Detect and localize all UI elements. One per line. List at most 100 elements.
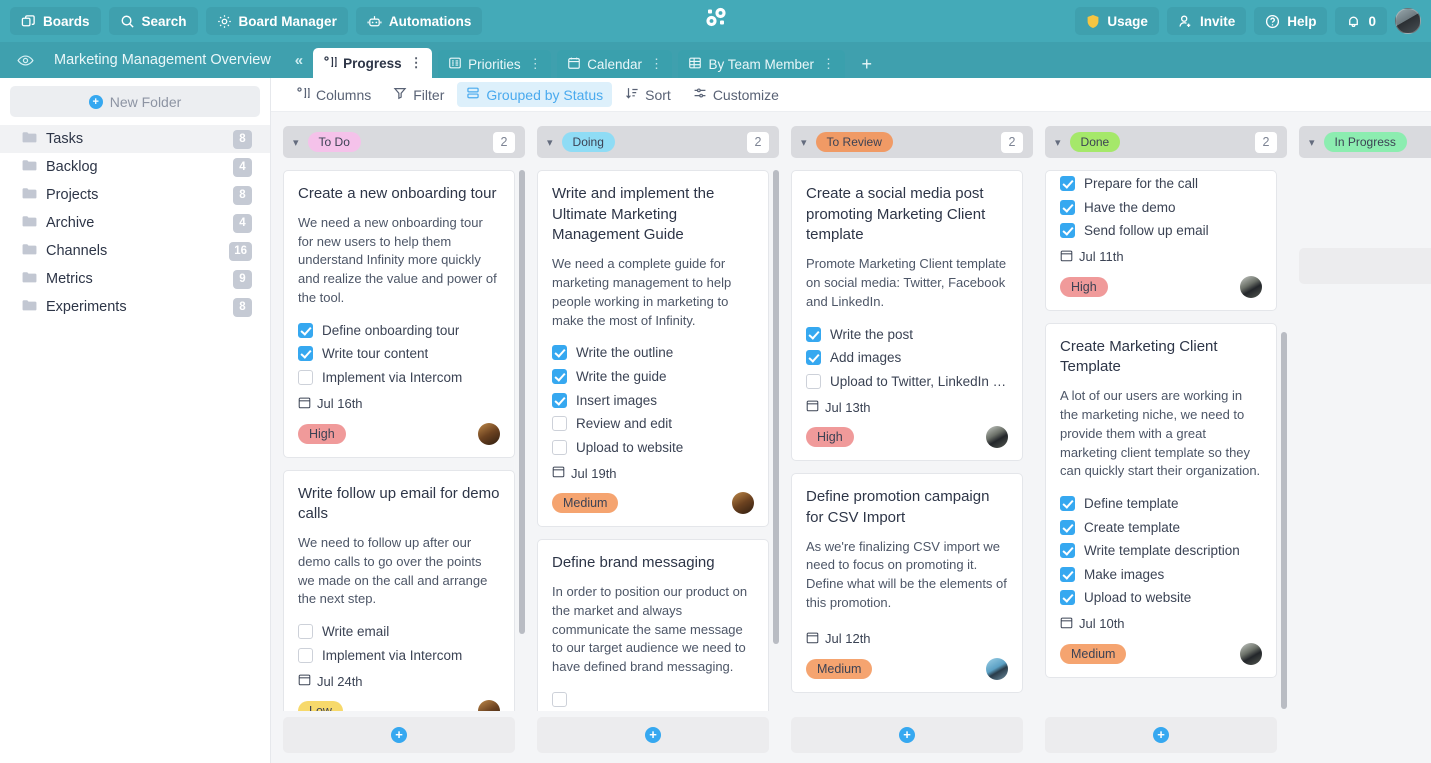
task-card[interactable]: Create a social media post promoting Mar… bbox=[791, 170, 1023, 462]
assignee-avatar[interactable] bbox=[478, 422, 500, 445]
checkbox-unchecked-icon[interactable] bbox=[298, 647, 313, 663]
sort-button[interactable]: Sort bbox=[616, 82, 680, 107]
checkbox-checked-icon[interactable] bbox=[1060, 566, 1075, 582]
checkbox-checked-icon[interactable] bbox=[552, 392, 567, 408]
assignee-avatar[interactable] bbox=[986, 426, 1008, 449]
checkbox-checked-icon[interactable] bbox=[1060, 176, 1075, 191]
tab-calendar-menu-icon[interactable]: ⋮ bbox=[650, 56, 663, 72]
search-button[interactable]: Search bbox=[108, 7, 198, 35]
column-scrollbar[interactable] bbox=[1281, 170, 1287, 709]
column-scrollbar[interactable] bbox=[1027, 170, 1033, 709]
checklist-item[interactable]: Make images bbox=[1060, 566, 1262, 584]
task-card[interactable]: Create a new onboarding tour We need a n… bbox=[283, 170, 515, 458]
checklist-item[interactable]: Upload to Twitter, LinkedIn and ... bbox=[806, 373, 1008, 391]
usage-button[interactable]: Usage bbox=[1075, 7, 1159, 35]
checkbox-unchecked-icon[interactable] bbox=[298, 624, 313, 640]
customize-button[interactable]: Customize bbox=[684, 82, 788, 107]
tab-priorities[interactable]: Priorities ⋮ bbox=[438, 50, 552, 78]
column-header[interactable]: ▾ Done 2 bbox=[1045, 126, 1287, 158]
checkbox-checked-icon[interactable] bbox=[1060, 543, 1075, 559]
chevron-down-icon[interactable]: ▾ bbox=[1055, 136, 1061, 149]
column-scrollbar[interactable] bbox=[519, 170, 525, 709]
checklist-item[interactable]: Write the post bbox=[806, 326, 1008, 344]
infinity-logo[interactable] bbox=[703, 6, 729, 37]
checkbox-checked-icon[interactable] bbox=[298, 346, 313, 362]
checklist-item[interactable]: Define template bbox=[1060, 495, 1262, 513]
checklist-item[interactable] bbox=[552, 691, 754, 708]
checkbox-checked-icon[interactable] bbox=[1060, 519, 1075, 535]
checklist-item[interactable]: Upload to website bbox=[552, 439, 754, 457]
checkbox-checked-icon[interactable] bbox=[552, 345, 567, 361]
task-card[interactable]: Define promotion campaign for CSV Import… bbox=[791, 473, 1023, 693]
checklist-item[interactable]: Write template description bbox=[1060, 542, 1262, 560]
checklist-item[interactable]: Write the outline bbox=[552, 344, 754, 362]
checkbox-unchecked-icon[interactable] bbox=[298, 370, 313, 385]
checkbox-checked-icon[interactable] bbox=[806, 326, 821, 342]
checklist-item[interactable]: Implement via Intercom bbox=[298, 369, 500, 387]
new-folder-button[interactable]: + New Folder bbox=[10, 86, 260, 117]
assignee-avatar[interactable] bbox=[478, 700, 500, 711]
checklist-item[interactable]: Implement via Intercom bbox=[298, 647, 500, 665]
assignee-avatar[interactable] bbox=[1240, 275, 1262, 298]
checkbox-checked-icon[interactable] bbox=[806, 350, 821, 366]
checklist-item[interactable]: Insert images bbox=[552, 392, 754, 410]
notifications-button[interactable]: 0 bbox=[1335, 7, 1387, 35]
tab-priorities-menu-icon[interactable]: ⋮ bbox=[529, 56, 542, 72]
checklist-item[interactable]: Review and edit bbox=[552, 415, 754, 433]
checklist-item[interactable]: Prepare for the call bbox=[1060, 175, 1262, 193]
task-card[interactable]: Write and implement the Ultimate Marketi… bbox=[537, 170, 769, 528]
sidebar-item-experiments[interactable]: Experiments 8 bbox=[0, 293, 270, 321]
sidebar-item-metrics[interactable]: Metrics 9 bbox=[0, 265, 270, 293]
task-card[interactable]: Define brand messaging In order to posit… bbox=[537, 539, 769, 711]
tab-progress[interactable]: Progress ⋮ bbox=[313, 48, 433, 78]
add-tab-button[interactable]: + bbox=[851, 50, 884, 78]
checkbox-unchecked-icon[interactable] bbox=[552, 439, 567, 455]
checklist-item[interactable]: Write tour content bbox=[298, 345, 500, 363]
checkbox-unchecked-icon[interactable] bbox=[552, 416, 567, 432]
checklist-item[interactable]: Upload to website bbox=[1060, 589, 1262, 607]
checklist-item[interactable]: Create template bbox=[1060, 519, 1262, 537]
checkbox-unchecked-icon[interactable] bbox=[552, 692, 567, 708]
help-button[interactable]: Help bbox=[1254, 7, 1328, 35]
task-card[interactable]: Prepare for the call Have the demo Send … bbox=[1045, 170, 1277, 311]
column-header[interactable]: ▾ To Review 2 bbox=[791, 126, 1033, 158]
assignee-avatar[interactable] bbox=[1240, 642, 1262, 665]
add-card-button[interactable]: + bbox=[791, 717, 1023, 753]
sidebar-item-projects[interactable]: Projects 8 bbox=[0, 181, 270, 209]
sidebar-item-tasks[interactable]: Tasks 8 bbox=[0, 125, 270, 153]
task-card[interactable]: Write follow up email for demo calls We … bbox=[283, 469, 515, 711]
collapse-sidebar-button[interactable]: « bbox=[285, 42, 313, 78]
sidebar-item-channels[interactable]: Channels 16 bbox=[0, 237, 270, 265]
sidebar-item-backlog[interactable]: Backlog 4 bbox=[0, 153, 270, 181]
boards-button[interactable]: Boards bbox=[10, 7, 101, 35]
checklist-item[interactable]: Write the guide bbox=[552, 368, 754, 386]
task-card[interactable]: Create Marketing Client Template A lot o… bbox=[1045, 322, 1277, 678]
invite-button[interactable]: Invite bbox=[1166, 7, 1247, 35]
chevron-down-icon[interactable]: ▾ bbox=[293, 136, 299, 149]
tab-by-team-member[interactable]: By Team Member ⋮ bbox=[678, 50, 845, 78]
columns-button[interactable]: Columns bbox=[287, 82, 380, 107]
tab-by-team-member-menu-icon[interactable]: ⋮ bbox=[822, 56, 835, 72]
chevron-down-icon[interactable]: ▾ bbox=[801, 136, 807, 149]
checklist-item[interactable]: Add images bbox=[806, 349, 1008, 367]
checklist-item[interactable]: Write email bbox=[298, 623, 500, 641]
scrollbar-thumb[interactable] bbox=[1281, 331, 1287, 709]
scrollbar-thumb[interactable] bbox=[519, 170, 525, 634]
chevron-down-icon[interactable]: ▾ bbox=[1309, 136, 1315, 149]
filter-button[interactable]: Filter bbox=[384, 82, 453, 107]
board-title[interactable]: Marketing Management Overview bbox=[40, 42, 285, 78]
checkbox-checked-icon[interactable] bbox=[1060, 199, 1075, 215]
checklist-item[interactable]: Have the demo bbox=[1060, 199, 1262, 217]
column-header[interactable]: ▾ To Do 2 bbox=[283, 126, 525, 158]
grouped-by-status-button[interactable]: Grouped by Status bbox=[457, 82, 613, 107]
tab-calendar[interactable]: Calendar ⋮ bbox=[557, 50, 673, 78]
checklist-item[interactable]: Define onboarding tour bbox=[298, 322, 500, 340]
tab-progress-menu-icon[interactable]: ⋮ bbox=[410, 55, 423, 71]
checkbox-checked-icon[interactable] bbox=[1060, 223, 1075, 239]
column-scrollbar[interactable] bbox=[773, 170, 779, 709]
column-header[interactable]: ▾ Doing 2 bbox=[537, 126, 779, 158]
checkbox-checked-icon[interactable] bbox=[1060, 496, 1075, 512]
column-header[interactable]: ▾ In Progress bbox=[1299, 126, 1431, 158]
eye-icon[interactable] bbox=[10, 42, 40, 78]
add-card-button[interactable]: + bbox=[1299, 248, 1431, 284]
